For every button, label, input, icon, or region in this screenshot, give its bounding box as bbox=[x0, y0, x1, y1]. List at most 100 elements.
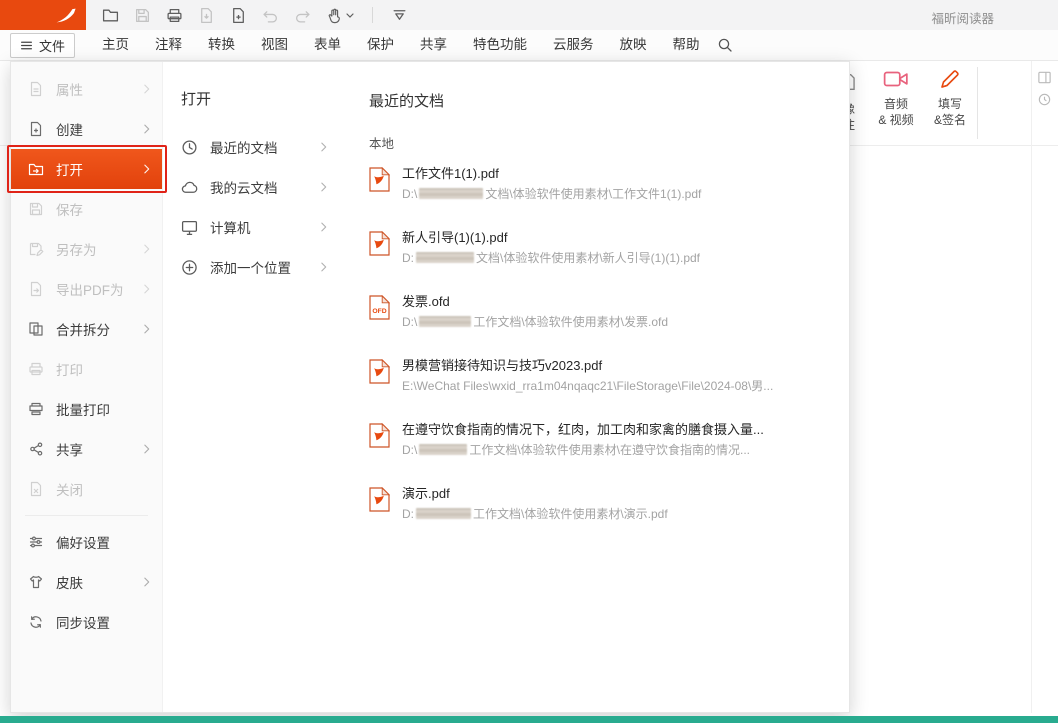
sidebar-item-batch-print[interactable]: 批量打印 bbox=[11, 389, 162, 429]
customize-toolbar-button[interactable] bbox=[391, 7, 408, 24]
undo-button[interactable] bbox=[262, 7, 279, 24]
sync-icon bbox=[28, 614, 44, 630]
hamburger-icon bbox=[20, 39, 33, 52]
create-pdf-button[interactable] bbox=[230, 7, 247, 24]
redo-button[interactable] bbox=[294, 7, 311, 24]
close-doc-icon bbox=[28, 481, 44, 497]
open-item-recent-documents[interactable]: 最近的文档 bbox=[181, 127, 341, 167]
recent-file-item[interactable]: 新人引导(1)(1).pdfD:文档\体验软件使用素材\新人引导(1)(1).p… bbox=[369, 230, 825, 266]
right-panel-rail bbox=[1031, 61, 1032, 713]
sidebar-item-export-pdf[interactable]: 导出PDF为 bbox=[11, 269, 162, 309]
sidebar-item-label: 保存 bbox=[56, 199, 83, 219]
file-name: 演示.pdf bbox=[402, 486, 668, 502]
folder-icon bbox=[102, 7, 119, 24]
sidebar-item-save-as[interactable]: 另存为 bbox=[11, 229, 162, 269]
hand-tool-button[interactable] bbox=[326, 7, 354, 24]
chevron-right-icon bbox=[144, 124, 150, 134]
print-current-button[interactable] bbox=[198, 7, 215, 24]
chevron-down-small bbox=[346, 13, 354, 18]
sidebar-item-label: 属性 bbox=[56, 79, 83, 99]
recent-file-item[interactable]: 演示.pdfD:工作文档\体验软件使用素材\演示.pdf bbox=[369, 486, 825, 522]
tab-cloud-service[interactable]: 云服务 bbox=[540, 30, 607, 60]
sidebar-item-label: 合并拆分 bbox=[56, 319, 110, 339]
sidebar-item-properties[interactable]: 属性 bbox=[11, 69, 162, 109]
sidebar-item-merge-split[interactable]: 合并拆分 bbox=[11, 309, 162, 349]
file-name: 发票.ofd bbox=[402, 294, 668, 310]
recent-file-item[interactable]: 男模营销接待知识与技巧v2023.pdfE:\WeChat Files\wxid… bbox=[369, 358, 825, 394]
sidebar-item-skin[interactable]: 皮肤 bbox=[11, 562, 162, 602]
recent-file-item[interactable]: 在遵守饮食指南的情况下，红肉，加工肉和家禽的膳食摄入量...D:\工作文档\体验… bbox=[369, 422, 825, 458]
tab-comment[interactable]: 注释 bbox=[142, 30, 195, 60]
sidebar-item-label: 打开 bbox=[56, 159, 83, 179]
menu-tabs: 主页注释转换视图表单保护共享特色功能云服务放映帮助 bbox=[89, 30, 713, 60]
recent-files-list: 工作文件1(1).pdfD:\文档\体验软件使用素材\工作文件1(1).pdf 新… bbox=[369, 166, 825, 522]
tab-view[interactable]: 视图 bbox=[248, 30, 301, 60]
sidebar-item-label: 共享 bbox=[56, 439, 83, 459]
print-button[interactable] bbox=[166, 7, 183, 24]
sidebar-item-preferences[interactable]: 偏好设置 bbox=[11, 522, 162, 562]
tab-protect[interactable]: 保护 bbox=[354, 30, 407, 60]
open-item-add-a-place[interactable]: 添加一个位置 bbox=[181, 247, 341, 287]
file-path: D:文档\体验软件使用素材\新人引导(1)(1).pdf bbox=[402, 251, 700, 266]
tab-present[interactable]: 放映 bbox=[607, 30, 660, 60]
pencil-sign-icon bbox=[938, 67, 962, 91]
sidebar-item-close[interactable]: 关闭 bbox=[11, 469, 162, 509]
share-icon bbox=[28, 441, 44, 457]
ribbon-group-fill-sign[interactable]: 填写 &签名 bbox=[924, 67, 976, 128]
sidebar-item-label: 批量打印 bbox=[56, 399, 110, 419]
properties-icon bbox=[28, 81, 44, 97]
sidebar-item-create[interactable]: 创建 bbox=[11, 109, 162, 149]
right-panel-icon[interactable] bbox=[1037, 70, 1052, 85]
sidebar-item-share[interactable]: 共享 bbox=[11, 429, 162, 469]
file-name: 在遵守饮食指南的情况下，红肉，加工肉和家禽的膳食摄入量... bbox=[402, 422, 764, 438]
file-menu-button-label: 文件 bbox=[39, 36, 65, 55]
foxit-logo[interactable] bbox=[0, 0, 86, 30]
toolbar-separator bbox=[372, 7, 373, 23]
sidebar-divider bbox=[25, 515, 148, 516]
tab-special-features[interactable]: 特色功能 bbox=[460, 30, 540, 60]
save-button[interactable] bbox=[134, 7, 151, 24]
open-item-my-cloud-documents[interactable]: 我的云文档 bbox=[181, 167, 341, 207]
recent-file-item[interactable]: OFD发票.ofdD:\工作文档\体验软件使用素材\发票.ofd bbox=[369, 294, 825, 330]
right-panel-icon-2[interactable] bbox=[1037, 92, 1052, 107]
cloud-icon bbox=[181, 179, 198, 196]
sidebar-item-print[interactable]: 打印 bbox=[11, 349, 162, 389]
open-file-button[interactable] bbox=[102, 7, 119, 24]
svg-text:OFD: OFD bbox=[372, 308, 386, 315]
sidebar-item-label: 同步设置 bbox=[56, 612, 110, 632]
tab-help[interactable]: 帮助 bbox=[660, 30, 713, 60]
recent-file-item[interactable]: 工作文件1(1).pdfD:\文档\体验软件使用素材\工作文件1(1).pdf bbox=[369, 166, 825, 202]
open-item-label: 最近的文档 bbox=[210, 137, 278, 157]
tab-share[interactable]: 共享 bbox=[407, 30, 460, 60]
undo-icon bbox=[262, 7, 279, 24]
printer-icon bbox=[166, 7, 183, 24]
pdf-file-icon bbox=[369, 487, 390, 512]
redacted-path-segment bbox=[416, 508, 471, 519]
ribbon-group-audio-video[interactable]: 音频 & 视频 bbox=[868, 67, 924, 128]
tab-home[interactable]: 主页 bbox=[89, 30, 142, 60]
save-icon bbox=[28, 201, 44, 217]
recent-documents-section: 最近的文档 本地 工作文件1(1).pdfD:\文档\体验软件使用素材\工作文件… bbox=[341, 62, 849, 712]
sidebar-item-open[interactable]: 打开 bbox=[11, 149, 162, 189]
chevron-right-icon bbox=[144, 444, 150, 454]
sidebar-item-save[interactable]: 保存 bbox=[11, 189, 162, 229]
redacted-path-segment bbox=[419, 188, 483, 199]
titlebar: 福昕阅读器 bbox=[0, 0, 1058, 30]
search-icon[interactable] bbox=[717, 37, 733, 53]
open-section-title: 打开 bbox=[181, 88, 341, 109]
sidebar-item-label: 打印 bbox=[56, 359, 83, 379]
sidebar-item-sync-settings[interactable]: 同步设置 bbox=[11, 602, 162, 642]
tab-convert[interactable]: 转换 bbox=[195, 30, 248, 60]
ofd-file-icon: OFD bbox=[369, 295, 390, 320]
tab-form[interactable]: 表单 bbox=[301, 30, 354, 60]
printer-icon bbox=[28, 361, 44, 377]
hand-icon bbox=[326, 7, 343, 24]
open-item-computer[interactable]: 计算机 bbox=[181, 207, 341, 247]
file-menu-sidebar: 属性创建打开保存另存为导出PDF为合并拆分打印批量打印共享关闭偏好设置皮肤同步设… bbox=[11, 62, 163, 712]
file-menu-button[interactable]: 文件 bbox=[10, 33, 75, 58]
redacted-path-segment bbox=[419, 444, 467, 455]
save-as-icon bbox=[28, 241, 44, 257]
pdf-file-icon bbox=[369, 231, 390, 256]
skin-icon bbox=[28, 574, 44, 590]
chevron-right-icon bbox=[144, 84, 150, 94]
